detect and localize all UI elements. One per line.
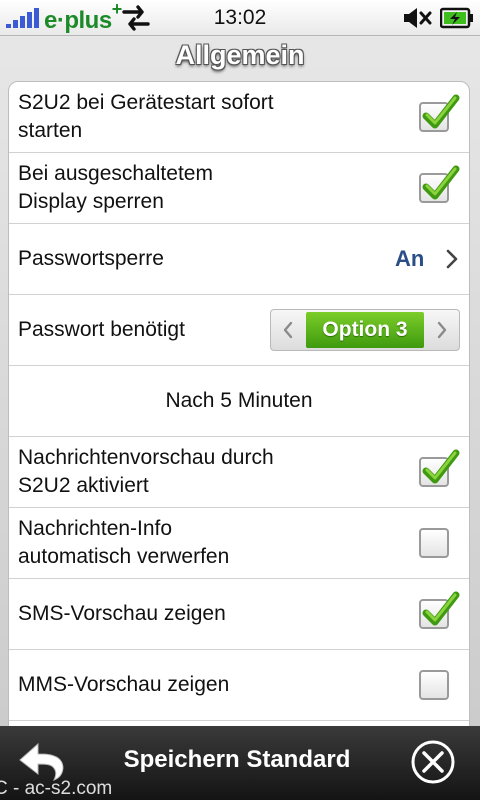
setting-sms-preview[interactable]: SMS-Vorschau zeigen — [9, 579, 469, 650]
watermark: C - ac-s2.com — [0, 778, 113, 799]
setting-message-preview[interactable]: Nachrichtenvorschau durch S2U2 aktiviert — [9, 437, 469, 508]
setting-mms-preview[interactable]: MMS-Vorschau zeigen — [9, 650, 469, 721]
checkmark-icon — [422, 94, 460, 129]
page-title: Allgemein — [175, 40, 305, 70]
setting-label: Bei ausgeschaltetem Display sperren — [18, 162, 213, 213]
chevron-right-icon — [446, 249, 458, 269]
setting-label: S2U2 bei Gerätestart sofort starten — [18, 91, 274, 142]
setting-password-lock[interactable]: Passwortsperre An — [9, 224, 469, 295]
setting-label: Nachrichtenvorschau durch S2U2 aktiviert — [18, 446, 274, 497]
close-icon[interactable] — [410, 739, 456, 785]
checkmark-icon — [422, 591, 460, 626]
start-on-boot-checkbox[interactable] — [419, 94, 460, 132]
lock-display-off-checkbox[interactable] — [419, 165, 460, 203]
setting-discard-message-info[interactable]: Nachrichten-Info automatisch verwerfen — [9, 508, 469, 579]
setting-label: SMS-Vorschau zeigen — [18, 602, 226, 625]
save-default-button[interactable]: Speichern Standard — [0, 746, 474, 774]
message-preview-checkbox[interactable] — [419, 449, 460, 487]
password-lock-value: An — [395, 246, 425, 271]
setting-start-on-boot[interactable]: S2U2 bei Gerätestart sofort starten — [9, 82, 469, 153]
setting-password-required: Passwort benötigt Option 3 — [9, 295, 469, 366]
setting-label: Passwortsperre — [18, 247, 164, 270]
checkmark-icon — [422, 449, 460, 484]
stepper-value: Option 3 — [306, 312, 424, 348]
chevron-right-icon — [437, 321, 447, 339]
checkmark-icon — [422, 165, 460, 200]
password-required-stepper: Option 3 — [270, 309, 460, 351]
discard-message-info-checkbox[interactable] — [419, 528, 449, 558]
screen: e·plus+ 13:02 Allgemein S2U2 bei Gerätes… — [0, 0, 480, 800]
chevron-left-icon — [283, 321, 293, 339]
stepper-next-button[interactable] — [425, 310, 459, 350]
mms-preview-checkbox[interactable] — [419, 670, 449, 700]
timeout-text: Nach 5 Minuten — [165, 389, 313, 412]
setting-lock-display-off[interactable]: Bei ausgeschaltetem Display sperren — [9, 153, 469, 224]
settings-list: S2U2 bei Gerätestart sofort starten Bei … — [8, 81, 470, 731]
setting-label: Nachrichten-Info automatisch verwerfen — [18, 517, 230, 568]
setting-timeout-info: Nach 5 Minuten — [9, 366, 469, 437]
status-bar: e·plus+ 13:02 — [0, 0, 480, 36]
sms-preview-checkbox[interactable] — [419, 591, 460, 629]
setting-label: MMS-Vorschau zeigen — [18, 673, 230, 696]
battery-charging-icon — [440, 7, 473, 29]
stepper-prev-button[interactable] — [271, 310, 305, 350]
mute-icon — [404, 8, 432, 28]
